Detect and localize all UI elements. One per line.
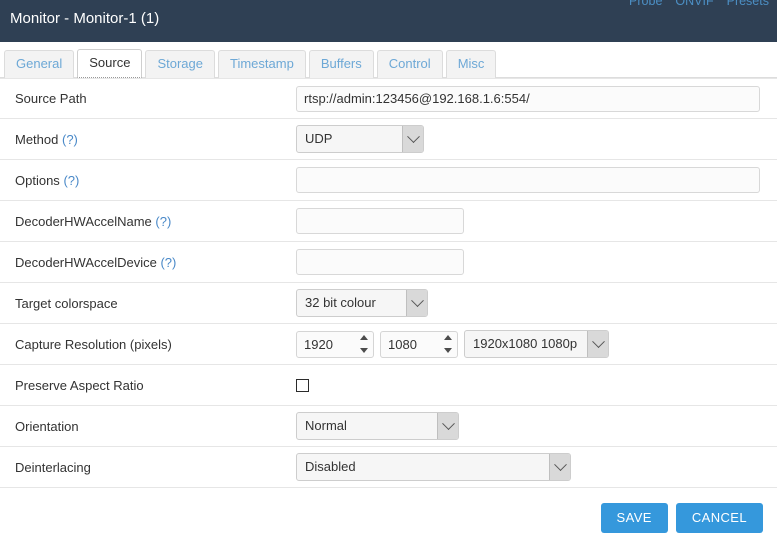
decoder-hwaccel-name-help-link[interactable]: (?)	[155, 214, 171, 229]
field-deinterlacing: Disabled	[296, 453, 763, 481]
page-title: Monitor - Monitor-1 (1)	[10, 10, 160, 27]
label-orientation: Orientation	[15, 418, 79, 434]
row-target-colorspace: Target colorspace 32 bit colour	[0, 283, 777, 324]
chevron-down-icon	[587, 331, 608, 357]
label-capture-resolution: Capture Resolution (pixels)	[15, 336, 172, 352]
row-method: Method (?) UDP	[0, 119, 777, 160]
field-decoder-hwaccel-name	[296, 208, 763, 234]
tab-source[interactable]: Source	[77, 49, 143, 78]
label-decoder-hwaccel-name-text: DecoderHWAccelName	[15, 213, 152, 229]
tab-bar: General Source Storage Timestamp Buffers…	[0, 42, 777, 78]
chevron-down-icon	[406, 290, 427, 316]
method-help-link[interactable]: (?)	[62, 132, 78, 147]
label-method: Method (?)	[15, 132, 296, 147]
row-deinterlacing: Deinterlacing Disabled	[0, 447, 777, 488]
capture-resolution-preset-select[interactable]: 1920x1080 1080p	[464, 330, 609, 358]
tab-general[interactable]: General	[4, 50, 75, 78]
page-header: Probe ONVIF Presets Monitor - Monitor-1 …	[0, 0, 777, 42]
field-source-path	[296, 85, 763, 112]
spinner-arrows-icon[interactable]	[358, 334, 369, 353]
tab-control[interactable]: Control	[376, 50, 443, 78]
cancel-button[interactable]: CANCEL	[675, 503, 763, 533]
label-options-text: Options	[15, 172, 60, 188]
label-preserve-aspect-ratio: Preserve Aspect Ratio	[15, 377, 144, 393]
form-footer: SAVE CANCEL	[0, 488, 777, 548]
label-target-colorspace: Target colorspace	[15, 295, 118, 311]
row-capture-resolution: Capture Resolution (pixels) 1920x1080 10…	[0, 324, 777, 365]
capture-height-stepper	[380, 330, 458, 358]
label-options: Options (?)	[15, 173, 296, 188]
tab-buffers[interactable]: Buffers	[308, 50, 374, 78]
probe-link[interactable]: Probe	[629, 0, 662, 8]
chevron-down-icon	[437, 413, 458, 439]
options-input[interactable]	[296, 167, 760, 193]
save-button[interactable]: SAVE	[600, 503, 668, 533]
label-deinterlacing: Deinterlacing	[15, 459, 91, 475]
field-capture-resolution: 1920x1080 1080p	[296, 330, 763, 358]
header-link-group: Probe ONVIF Presets	[629, 0, 769, 8]
label-decoder-hwaccel-name: DecoderHWAccelName (?)	[15, 214, 296, 229]
deinterlacing-select-value: Disabled	[305, 459, 356, 474]
spinner-arrows-icon[interactable]	[442, 334, 453, 353]
tab-timestamp[interactable]: Timestamp	[218, 50, 306, 78]
chevron-down-icon	[549, 454, 570, 480]
field-orientation: Normal	[296, 412, 763, 440]
tab-misc[interactable]: Misc	[445, 50, 497, 78]
field-target-colorspace: 32 bit colour	[296, 289, 763, 317]
decoder-hwaccel-device-help-link[interactable]: (?)	[160, 255, 176, 270]
method-select[interactable]: UDP	[296, 125, 424, 153]
source-settings-form: Source Path Method (?) UDP Options (?) D…	[0, 78, 777, 488]
decoder-hwaccel-device-input[interactable]	[296, 249, 464, 275]
label-method-text: Method	[15, 131, 59, 147]
orientation-select-value: Normal	[305, 418, 347, 433]
label-source-path: Source Path	[15, 91, 87, 106]
label-decoder-hwaccel-device: DecoderHWAccelDevice (?)	[15, 255, 296, 270]
row-decoder-hwaccel-name: DecoderHWAccelName (?)	[0, 201, 777, 242]
orientation-select[interactable]: Normal	[296, 412, 459, 440]
row-decoder-hwaccel-device: DecoderHWAccelDevice (?)	[0, 242, 777, 283]
decoder-hwaccel-name-input[interactable]	[296, 208, 464, 234]
label-decoder-hwaccel-device-text: DecoderHWAccelDevice	[15, 254, 157, 270]
preserve-aspect-ratio-checkbox[interactable]	[296, 378, 309, 392]
field-preserve-aspect-ratio	[296, 378, 763, 392]
onvif-link[interactable]: ONVIF	[675, 0, 713, 8]
tab-storage[interactable]: Storage	[145, 50, 215, 78]
field-options	[296, 167, 763, 193]
deinterlacing-select[interactable]: Disabled	[296, 453, 571, 481]
row-options: Options (?)	[0, 160, 777, 201]
row-preserve-aspect-ratio: Preserve Aspect Ratio	[0, 365, 777, 406]
target-colorspace-select[interactable]: 32 bit colour	[296, 289, 428, 317]
source-path-input[interactable]	[296, 85, 760, 112]
row-source-path: Source Path	[0, 78, 777, 119]
field-decoder-hwaccel-device	[296, 249, 763, 275]
options-help-link[interactable]: (?)	[63, 173, 79, 188]
chevron-down-icon	[402, 126, 423, 152]
presets-link[interactable]: Presets	[727, 0, 769, 8]
row-orientation: Orientation Normal	[0, 406, 777, 447]
field-method: UDP	[296, 125, 763, 153]
capture-width-stepper	[296, 330, 374, 358]
